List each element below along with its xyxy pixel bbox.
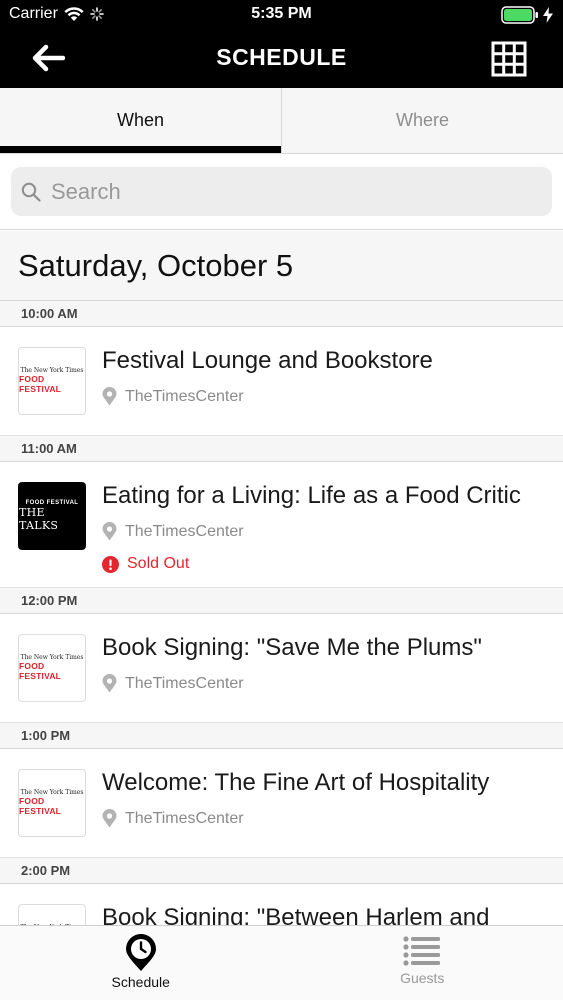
event-title: Book Signing: "Between Harlem and [102, 904, 490, 925]
talks-logo-text: THE TALKS [19, 505, 59, 532]
nav-bar: SCHEDULE [0, 30, 563, 88]
location-pin-clock-icon [125, 934, 156, 971]
search-input[interactable] [51, 178, 531, 205]
date-header: Saturday, October 5 [0, 231, 563, 301]
event-title: Welcome: The Fine Art of Hospitality [102, 769, 490, 796]
event-row[interactable]: FOOD FESTIVAL THE TALKS Eating for a Liv… [0, 462, 563, 588]
grid-icon [491, 41, 527, 77]
time-header: 10:00 AM [0, 301, 563, 327]
location-pin-icon [102, 387, 117, 406]
time-header: 1:00 PM [0, 723, 563, 749]
time-header: 11:00 AM [0, 436, 563, 462]
tab-when[interactable]: When [0, 88, 281, 153]
festival-logo-text: FOOD FESTIVAL [19, 660, 62, 681]
event-row[interactable]: The New York Times FOOD FESTIVAL Festiva… [0, 327, 563, 436]
status-right [501, 6, 553, 24]
event-location-label: TheTimesCenter [125, 809, 244, 827]
bottom-tab-bar: Schedule Guests [0, 925, 563, 1000]
event-location: TheTimesCenter [102, 387, 244, 406]
tab-bar-schedule[interactable]: Schedule [0, 926, 282, 1000]
food-festival-logo: The New York Times FOOD FESTIVAL [18, 347, 86, 415]
search-icon [21, 182, 41, 202]
event-row[interactable]: The New York Times FOOD FESTIVAL Welcome… [0, 749, 563, 858]
food-festival-logo: The New York Times FOOD FESTIVAL [18, 769, 86, 837]
event-location-label: TheTimesCenter [125, 387, 244, 405]
grid-view-button[interactable] [491, 41, 527, 77]
tab-where[interactable]: Where [281, 88, 563, 153]
event-row[interactable]: The New York Times FOOD FESTIVAL Book Si… [0, 614, 563, 723]
food-festival-logo: The New York Times FOOD FESTIVAL [18, 634, 86, 702]
sold-out-badge: Sold Out [102, 555, 189, 573]
charging-bolt-icon [543, 7, 553, 23]
event-location: TheTimesCenter [102, 809, 244, 828]
list-icon [403, 936, 441, 966]
time-header: 12:00 PM [0, 588, 563, 614]
event-title: Eating for a Living: Life as a Food Crit… [102, 482, 521, 509]
search-bar[interactable] [11, 167, 552, 216]
status-time: 5:35 PM [251, 5, 312, 22]
battery-icon [501, 6, 538, 24]
event-location-label: TheTimesCenter [125, 522, 244, 540]
food-festival-logo: The New York Times FOOD FESTIVAL [18, 904, 86, 925]
location-pin-icon [102, 674, 117, 693]
tab-bar-schedule-label: Schedule [111, 974, 170, 990]
event-location: TheTimesCenter [102, 522, 244, 541]
time-header: 2:00 PM [0, 858, 563, 884]
page-title: SCHEDULE [216, 44, 347, 70]
tab-bar-guests-label: Guests [400, 970, 445, 986]
segmented-tabs: When Where [0, 88, 563, 154]
location-pin-icon [102, 522, 117, 541]
status-bar: Carrier 5:35 PM [0, 0, 563, 30]
festival-logo-text: FOOD FESTIVAL [19, 373, 62, 394]
event-title: Festival Lounge and Bookstore [102, 347, 433, 374]
event-location-label: TheTimesCenter [125, 674, 244, 692]
location-pin-icon [102, 809, 117, 828]
alert-icon [102, 555, 119, 573]
event-title: Book Signing: "Save Me the Plums" [102, 634, 482, 661]
search-section [0, 154, 563, 230]
sold-out-label: Sold Out [127, 555, 190, 572]
event-location: TheTimesCenter [102, 674, 244, 693]
the-talks-logo: FOOD FESTIVAL THE TALKS [18, 482, 86, 550]
tab-bar-guests[interactable]: Guests [282, 926, 563, 1000]
festival-logo-text: FOOD FESTIVAL [19, 795, 62, 816]
event-row[interactable]: The New York Times FOOD FESTIVAL Book Si… [0, 884, 563, 925]
schedule-list[interactable]: Saturday, October 5 10:00 AM The New Yor… [0, 231, 563, 925]
